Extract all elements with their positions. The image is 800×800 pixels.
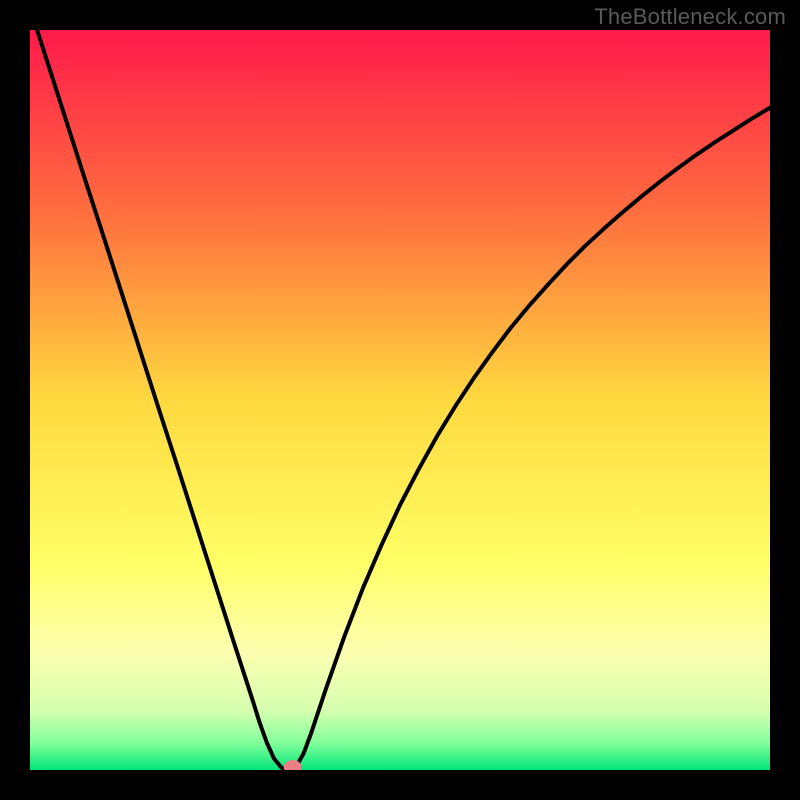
plot-background (30, 30, 770, 770)
minimum-marker (284, 760, 302, 774)
watermark-text: TheBottleneck.com (594, 4, 786, 30)
chart-frame: TheBottleneck.com (0, 0, 800, 800)
bottleneck-chart (0, 0, 800, 800)
